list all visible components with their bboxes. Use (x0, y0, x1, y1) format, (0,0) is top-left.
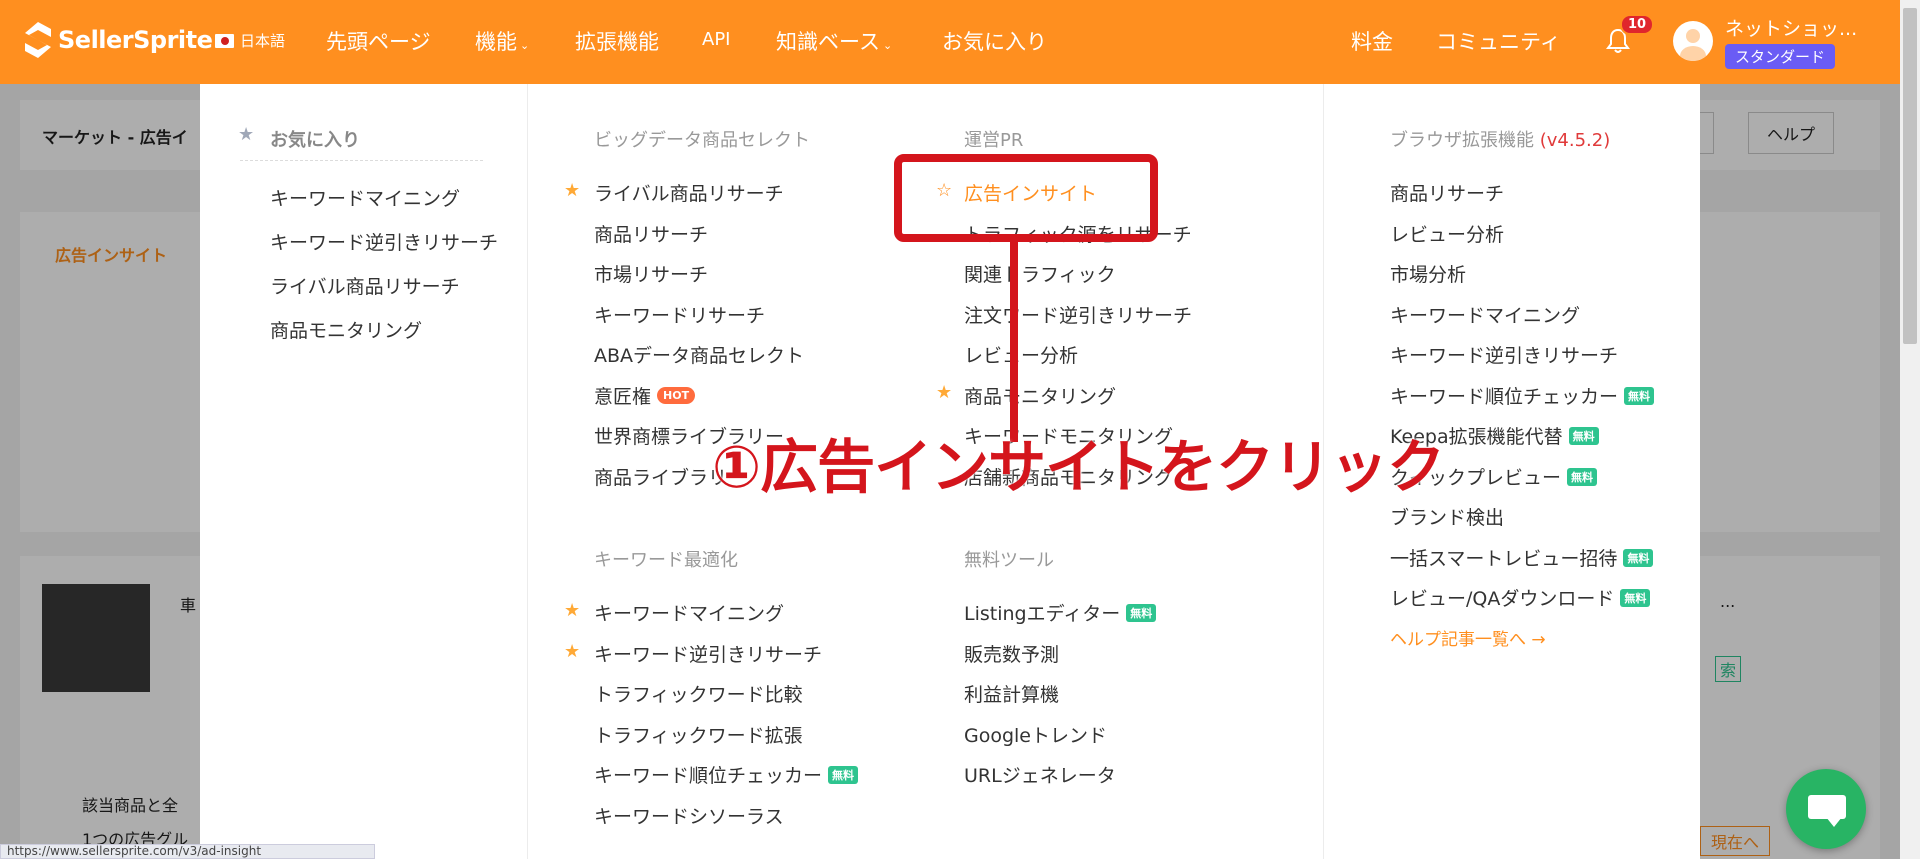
browser-ext-label: ブラウザ拡張機能 (1390, 130, 1534, 151)
user-name[interactable]: ネットショッ... (1725, 14, 1857, 41)
language-selector[interactable]: 日本語 (215, 30, 285, 51)
fav-item-monitoring[interactable]: 商品モニタリング (270, 316, 422, 343)
plan-badge: スタンダード (1725, 44, 1836, 69)
brand-name: SellerSprite (58, 26, 213, 54)
status-bar-url: https://www.sellersprite.com/v3/ad-insig… (0, 844, 375, 859)
ext-item-reverse-keyword[interactable]: キーワード逆引きリサーチ (1390, 341, 1618, 368)
free-badge: 無料 (1624, 386, 1655, 405)
ext-item-rank-checker[interactable]: キーワード順位チェッカー 無料 (1390, 382, 1655, 409)
listing-editor-label: Listingエディター (964, 603, 1121, 625)
menu-item-google-trends[interactable]: Googleトレンド (964, 721, 1107, 748)
free-badge: 無料 (1620, 588, 1651, 607)
menu-item-listing-editor[interactable]: Listingエディター 無料 (964, 599, 1157, 626)
star-icon: ★ (238, 124, 255, 145)
design-rights-label: 意匠権 (594, 386, 652, 408)
ext-item-market-analysis[interactable]: 市場分析 (1390, 260, 1466, 287)
nav-api[interactable]: API (702, 29, 730, 50)
chevron-down-icon: ⌄ (520, 39, 530, 52)
fav-item-competitor[interactable]: ライバル商品リサーチ (270, 272, 460, 299)
rank-checker-label: キーワード順位チェッカー (594, 765, 823, 787)
top-navigation: SellerSprite 日本語 先頭ページ 機能 ⌄ 拡張機能 API 知識ベー… (0, 0, 1900, 84)
brand-logo[interactable]: SellerSprite (22, 20, 213, 60)
menu-item-keyword-research[interactable]: キーワードリサーチ (594, 301, 765, 328)
free-badge: 無料 (1567, 467, 1598, 486)
favorites-divider (240, 160, 483, 161)
scrollbar-thumb[interactable] (1903, 8, 1917, 344)
menu-item-design-rights[interactable]: 意匠権 HOT (594, 382, 696, 409)
hot-badge: HOT (657, 387, 696, 404)
nav-knowledge[interactable]: 知識ベース ⌄ (776, 26, 892, 56)
operation-title: 運営PR (964, 130, 1024, 151)
menu-item-keyword-mining[interactable]: キーワードマイニング (594, 599, 784, 626)
star-icon[interactable]: ★ (564, 600, 580, 621)
menu-item-product-monitoring[interactable]: 商品モニタリング (964, 382, 1116, 409)
japan-flag-icon (215, 33, 234, 48)
menu-item-traffic-compare[interactable]: トラフィックワード比較 (594, 680, 803, 707)
star-icon[interactable]: ★ (564, 180, 580, 201)
favorites-title: お気に入り (270, 130, 360, 151)
free-badge: 無料 (1568, 426, 1599, 445)
menu-item-related-traffic[interactable]: 関連トラフィック (964, 260, 1116, 287)
language-label: 日本語 (240, 32, 286, 50)
review-invite-label: 一括スマートレビュー招待 (1390, 548, 1618, 570)
ext-item-review-download[interactable]: レビュー/QAダウンロード 無料 (1390, 584, 1651, 611)
nav-favorites[interactable]: お気に入り (942, 26, 1047, 56)
ext-rank-checker-label: キーワード順位チェッカー (1390, 386, 1619, 408)
keyword-opt-title: キーワード最適化 (594, 550, 738, 571)
menu-item-traffic-expand[interactable]: トラフィックワード拡張 (594, 721, 803, 748)
ext-item-review-invite[interactable]: 一括スマートレビュー招待 無料 (1390, 544, 1654, 571)
sellersprite-logo-icon (25, 22, 51, 58)
nav-knowledge-label: 知識ベース (776, 30, 880, 54)
nav-home[interactable]: 先頭ページ (326, 26, 431, 56)
ext-item-keyword-mining[interactable]: キーワードマイニング (1390, 301, 1580, 328)
menu-item-market-research[interactable]: 市場リサーチ (594, 260, 708, 287)
fav-item-reverse-keyword[interactable]: キーワード逆引きリサーチ (270, 228, 498, 255)
menu-item-sales-forecast[interactable]: 販売数予測 (964, 640, 1059, 667)
annotation-text: ①広告インサイトをクリック (712, 433, 1445, 501)
menu-item-aba-data[interactable]: ABAデータ商品セレクト (594, 341, 804, 368)
nav-community[interactable]: コミュニティ (1436, 26, 1561, 56)
menu-item-product-research[interactable]: 商品リサーチ (594, 220, 708, 247)
nav-extensions[interactable]: 拡張機能 (575, 26, 659, 56)
menu-item-url-generator[interactable]: URLジェネレータ (964, 761, 1116, 788)
notification-count: 10 (1620, 14, 1655, 35)
ext-item-review-analysis[interactable]: レビュー分析 (1390, 220, 1504, 247)
ext-item-brand-detect[interactable]: ブランド検出 (1390, 503, 1504, 530)
menu-item-review-analysis[interactable]: レビュー分析 (964, 341, 1078, 368)
menu-item-product-library[interactable]: 商品ライブラリ (594, 463, 727, 490)
free-badge: 無料 (828, 765, 859, 784)
menu-item-competitor-research[interactable]: ライバル商品リサーチ (594, 179, 784, 206)
bigdata-title: ビッグデータ商品セレクト (594, 130, 810, 151)
fav-item-keyword-mining[interactable]: キーワードマイニング (270, 184, 460, 211)
version-label: (v4.5.2) (1539, 130, 1611, 151)
menu-item-profit-calculator[interactable]: 利益計算機 (964, 680, 1059, 707)
free-badge: 無料 (1126, 603, 1157, 622)
chevron-down-icon: ⌄ (882, 39, 893, 52)
menu-divider (527, 84, 528, 859)
nav-pricing[interactable]: 料金 (1351, 26, 1393, 56)
menu-item-reverse-keyword[interactable]: キーワード逆引きリサーチ (594, 640, 822, 667)
star-icon[interactable]: ★ (564, 641, 580, 662)
free-tools-title: 無料ツール (964, 550, 1054, 571)
review-download-label: レビュー/QAダウンロード (1390, 588, 1615, 610)
annotation-line (1010, 242, 1018, 442)
nav-features-label: 機能 (475, 30, 517, 54)
nav-features[interactable]: 機能 ⌄ (475, 26, 529, 56)
avatar[interactable] (1673, 21, 1713, 61)
free-badge: 無料 (1623, 548, 1654, 567)
menu-item-order-keyword[interactable]: 注文ワード逆引きリサーチ (964, 301, 1192, 328)
menu-item-rank-checker[interactable]: キーワード順位チェッカー 無料 (594, 761, 859, 788)
chat-button[interactable] (1786, 769, 1866, 849)
menu-item-thesaurus[interactable]: キーワードシソーラス (594, 802, 784, 829)
help-articles-link[interactable]: ヘルプ記事一覧へ → (1390, 625, 1546, 650)
browser-ext-title: ブラウザ拡張機能 (v4.5.2) (1390, 126, 1610, 152)
highlight-box (894, 154, 1158, 242)
ext-item-product-research[interactable]: 商品リサーチ (1390, 179, 1504, 206)
star-icon[interactable]: ★ (936, 382, 952, 403)
